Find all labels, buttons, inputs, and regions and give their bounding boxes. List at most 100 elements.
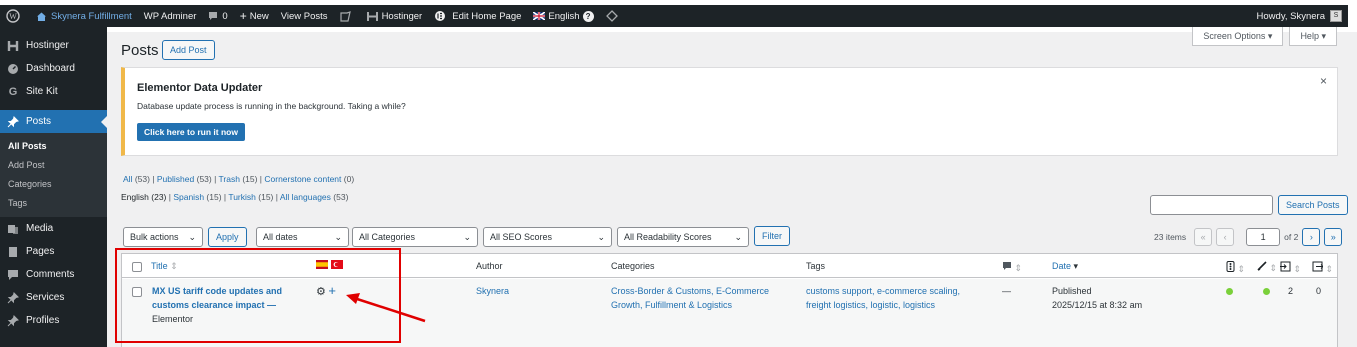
edit-home-link[interactable]: Edit Home Page: [428, 5, 527, 27]
categories-links[interactable]: Cross-Border & Customs, E-Commerce Growth…: [611, 284, 769, 312]
sidebar-subitem-tags[interactable]: Tags: [0, 194, 107, 213]
comments-count: —: [1002, 286, 1011, 296]
help-button[interactable]: Help ▾: [1289, 27, 1337, 46]
account-menu[interactable]: Howdy, Skynera S: [1257, 10, 1348, 22]
sidebar-subitem-add-post[interactable]: Add Post: [0, 156, 107, 175]
current-page-input[interactable]: 1: [1246, 228, 1281, 246]
column-seo-score[interactable]: ⇕: [1226, 261, 1245, 275]
column-tags: Tags: [806, 261, 826, 271]
chevron-down-icon: ⌄: [597, 231, 605, 242]
column-categories: Categories: [611, 261, 655, 271]
annotation-arrow-icon: [346, 293, 426, 323]
run-update-button[interactable]: Click here to run it now: [137, 123, 245, 141]
pin-icon: [6, 291, 20, 304]
lang-turkish-link[interactable]: Turkish (15): [228, 192, 273, 202]
plus-icon: +: [239, 9, 247, 23]
sidebar-item-dashboard[interactable]: Dashboard: [0, 57, 107, 80]
column-comments[interactable]: ⇕: [1002, 261, 1022, 274]
status-all-link[interactable]: All (53): [123, 174, 150, 184]
seo-scores-select[interactable]: All SEO Scores ⌄: [483, 227, 612, 247]
sort-icon: ⇕: [1237, 264, 1246, 274]
bulk-actions-select[interactable]: Bulk actions ⌄: [123, 227, 203, 247]
seo-score-dot: [1226, 288, 1233, 295]
yoast-icon[interactable]: [334, 5, 361, 27]
post-date: Published 2025/12/15 at 8:32 am: [1052, 286, 1143, 310]
column-date[interactable]: Date ▾: [1052, 261, 1078, 272]
apply-button[interactable]: Apply: [208, 227, 247, 247]
site-name-link[interactable]: Skynera Fulfillment: [30, 5, 138, 27]
dates-select[interactable]: All dates ⌄: [256, 227, 349, 247]
admin-sidebar: Hostinger Dashboard G Site Kit Posts All…: [0, 27, 107, 347]
sidebar-subitem-categories[interactable]: Categories: [0, 175, 107, 194]
posts-submenu: All Posts Add Post Categories Tags: [0, 133, 107, 217]
search-input[interactable]: [1150, 195, 1273, 215]
wordpress-logo[interactable]: W: [0, 5, 30, 27]
links-in-count: 2: [1288, 286, 1294, 296]
tags-links[interactable]: customs support, e-commerce scaling, frei…: [806, 284, 960, 312]
uk-flag-icon: [533, 12, 546, 20]
sidebar-item-hostinger[interactable]: Hostinger: [0, 34, 107, 57]
comments-icon: [6, 269, 20, 281]
status-trash-link[interactable]: Trash (15): [219, 174, 258, 184]
add-post-button[interactable]: Add Post: [162, 40, 215, 60]
language-filter-links: English (23) | Spanish (15) | Turkish (1…: [121, 192, 349, 202]
link-in-icon: [1280, 261, 1291, 272]
sidebar-item-comments[interactable]: Comments: [0, 263, 107, 286]
elementor-notice: Elementor Data Updater Database update p…: [121, 67, 1338, 156]
status-published-link[interactable]: Published (53): [157, 174, 212, 184]
diamond-icon[interactable]: [600, 5, 628, 27]
dashboard-icon: [6, 63, 20, 75]
link-out-icon: [1312, 261, 1324, 272]
sidebar-subitem-all-posts[interactable]: All Posts: [0, 137, 107, 156]
readability-icon: [1257, 261, 1267, 271]
sidebar-item-posts[interactable]: Posts: [0, 110, 107, 133]
column-readability[interactable]: ⇕: [1257, 261, 1277, 274]
search-posts-button[interactable]: Search Posts: [1278, 195, 1348, 215]
caret-down-icon: ▾: [1321, 31, 1326, 41]
last-page-button[interactable]: »: [1324, 228, 1343, 246]
pin-icon: [6, 314, 20, 327]
view-posts-link[interactable]: View Posts: [275, 5, 334, 27]
sidebar-item-sitekit[interactable]: G Site Kit: [0, 80, 107, 103]
comments-link[interactable]: 0: [202, 5, 233, 27]
elementor-icon: [435, 11, 446, 21]
first-page-button[interactable]: «: [1194, 228, 1213, 246]
caret-down-icon: ▾: [1267, 31, 1273, 41]
lang-spanish-link[interactable]: Spanish (15): [173, 192, 221, 202]
new-content-link[interactable]: + New: [234, 5, 275, 27]
lang-all-link[interactable]: All languages (53): [280, 192, 349, 202]
media-icon: [6, 223, 20, 235]
wp-adminer-link[interactable]: WP Adminer: [138, 5, 203, 27]
author-link[interactable]: Skynera: [476, 284, 509, 298]
language-switcher[interactable]: English ?: [527, 5, 599, 27]
hostinger-icon: [366, 11, 378, 21]
sidebar-item-services[interactable]: Services: [0, 286, 107, 309]
total-pages: of 2: [1284, 232, 1299, 242]
column-internal-links-in: ⇕: [1280, 261, 1301, 275]
sort-icon: ⇕: [1014, 263, 1023, 273]
hostinger-link[interactable]: Hostinger: [361, 5, 429, 27]
filter-button[interactable]: Filter: [754, 226, 790, 246]
screen-options-button[interactable]: Screen Options ▾: [1192, 27, 1284, 46]
svg-text:W: W: [9, 12, 17, 21]
readability-scores-select[interactable]: All Readability Scores ⌄: [617, 227, 749, 247]
sidebar-item-media[interactable]: Media: [0, 217, 107, 240]
comment-icon: [209, 12, 218, 20]
comment-icon: [1003, 262, 1011, 270]
categories-select[interactable]: All Categories ⌄: [352, 227, 478, 247]
notice-title: Elementor Data Updater: [137, 82, 263, 94]
readability-score-dot: [1263, 288, 1270, 295]
chevron-down-icon: ⌄: [334, 231, 342, 242]
pin-icon: [6, 115, 20, 128]
sidebar-item-pages[interactable]: Pages: [0, 240, 107, 263]
sidebar-item-profiles[interactable]: Profiles: [0, 309, 107, 332]
avatar: S: [1330, 10, 1342, 22]
prev-page-button[interactable]: ‹: [1216, 228, 1235, 246]
lang-english-link[interactable]: English (23): [121, 192, 166, 202]
status-cornerstone-link[interactable]: Cornerstone content (0): [264, 174, 354, 184]
next-page-button[interactable]: ›: [1302, 228, 1321, 246]
close-icon[interactable]: ×: [1320, 74, 1327, 88]
chevron-down-icon: ⌄: [734, 231, 742, 242]
pagination: 23 items « ‹ 1 of 2 › »: [1154, 228, 1346, 246]
pages-icon: [6, 246, 20, 258]
